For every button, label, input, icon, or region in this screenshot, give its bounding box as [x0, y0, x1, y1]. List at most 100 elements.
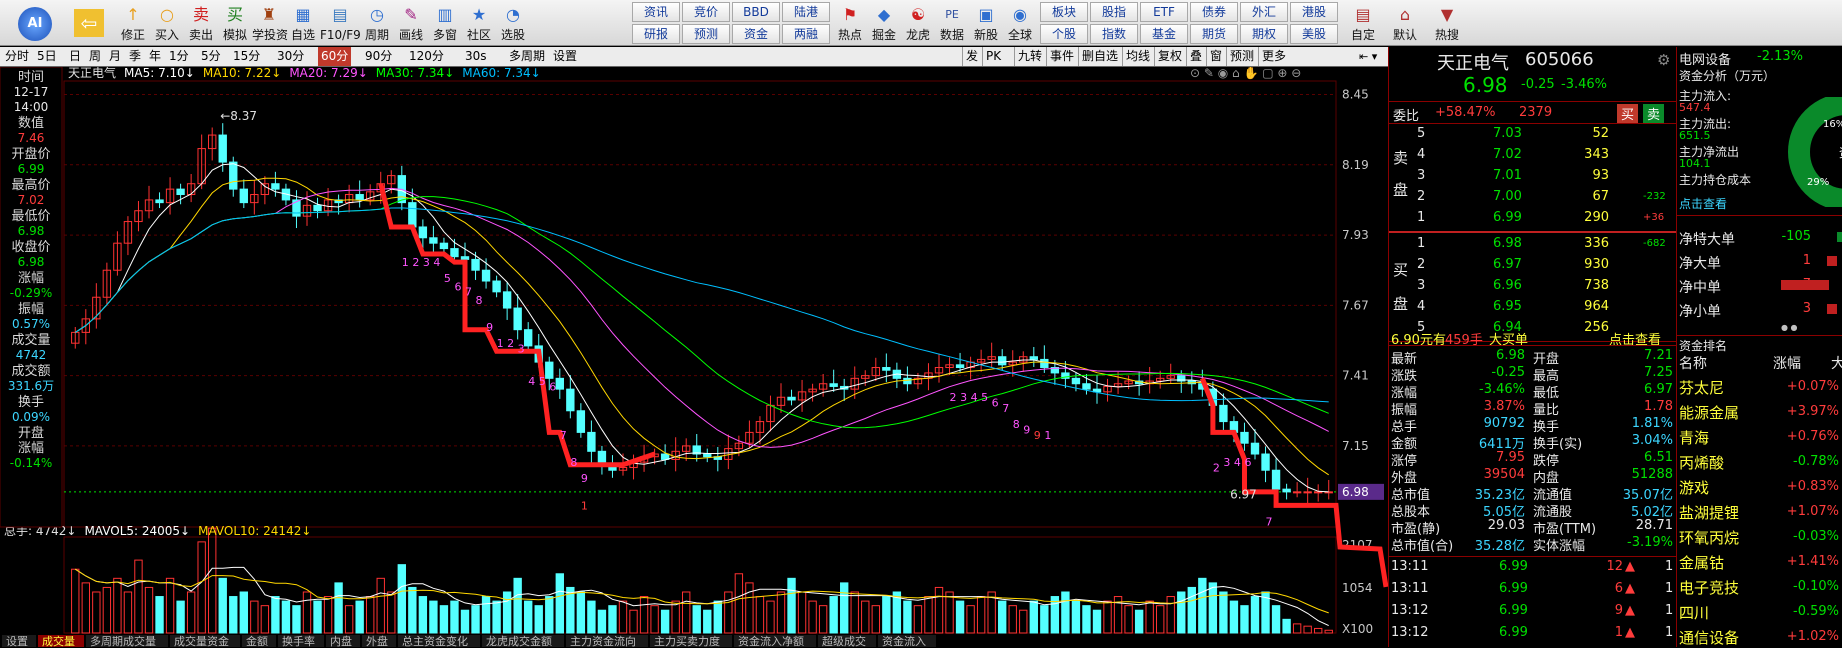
sector-name[interactable]: 电网设备: [1679, 49, 1731, 68]
bottom-tab[interactable]: 设置: [6, 635, 28, 647]
candle[interactable]: [123, 216, 133, 256]
period-tab-10[interactable]: 30分: [274, 47, 307, 66]
candle[interactable]: [144, 185, 154, 219]
toolbar-grid2-button[interactable]: ETF: [1140, 2, 1188, 22]
period-tab-3[interactable]: 周: [86, 47, 104, 66]
toolbar-grid2-button[interactable]: 期权: [1240, 24, 1288, 44]
toolbar-button2-3[interactable]: PE 数据: [935, 1, 969, 45]
app-logo[interactable]: AI: [4, 1, 66, 45]
candle[interactable]: [587, 420, 596, 464]
toolbar-button2-0[interactable]: ⚑ 热点: [833, 1, 867, 45]
candle[interactable]: [892, 362, 902, 389]
rank-name[interactable]: 金属钴: [1679, 552, 1724, 573]
toolbar-button-10[interactable]: ★ 社区: [462, 1, 496, 45]
rank-name[interactable]: 青海: [1679, 427, 1709, 448]
candle[interactable]: [92, 283, 101, 329]
candle[interactable]: [671, 437, 680, 472]
toolbar-grid2-button[interactable]: 美股: [1290, 24, 1338, 44]
candle[interactable]: [976, 349, 986, 372]
toolbar-grid2-button[interactable]: 指数: [1090, 24, 1138, 44]
toolbar-grid2-button[interactable]: 基金: [1140, 24, 1188, 44]
chart-tool-7[interactable]: 叠: [1186, 47, 1205, 66]
bottom-tab[interactable]: 内盘: [330, 634, 352, 647]
period-tab-11[interactable]: 60分: [318, 47, 352, 66]
candle[interactable]: [502, 282, 512, 320]
bottom-tab[interactable]: 总主资金变化: [402, 634, 468, 647]
toolbar-button3-1[interactable]: ⌂ 默认: [1386, 1, 1424, 45]
candle[interactable]: [987, 342, 996, 367]
rank-name[interactable]: 游戏: [1679, 477, 1709, 498]
chart-tool-6[interactable]: 复权: [1154, 47, 1185, 66]
buy-button[interactable]: 买: [1617, 104, 1639, 123]
candle[interactable]: [797, 379, 807, 412]
toolbar-grid2-button[interactable]: 个股: [1040, 24, 1088, 44]
bottom-tab[interactable]: 成交量: [42, 634, 75, 647]
back-button[interactable]: ⇦: [68, 1, 110, 45]
candle[interactable]: [260, 176, 270, 205]
bottom-tab[interactable]: 外盘: [366, 634, 388, 647]
candle[interactable]: [1282, 483, 1291, 500]
bottom-tab[interactable]: 换手率: [282, 634, 315, 647]
bottom-tab[interactable]: 资金流入: [882, 634, 926, 647]
candle[interactable]: [1250, 429, 1260, 460]
chart-tool-10[interactable]: 更多: [1258, 47, 1289, 66]
toolbar-grid-button[interactable]: BBD: [732, 2, 780, 22]
candle[interactable]: [871, 357, 880, 382]
period-tab-13[interactable]: 120分: [406, 47, 447, 66]
candle[interactable]: [134, 201, 143, 232]
candle[interactable]: [165, 177, 175, 215]
page-dots[interactable]: ● ●: [1781, 323, 1798, 332]
chart-tool-5[interactable]: 均线: [1122, 47, 1153, 66]
toolbar-grid2-button[interactable]: 期货: [1190, 24, 1238, 44]
chart-tool-8[interactable]: 窗: [1206, 47, 1225, 66]
candle[interactable]: [660, 444, 670, 465]
candle[interactable]: [1029, 346, 1038, 367]
bottom-tab[interactable]: 龙虎成交金额: [486, 634, 552, 647]
toolbar-button2-1[interactable]: ◆ 掘金: [867, 1, 901, 45]
chart-tool-9[interactable]: 预测: [1226, 47, 1257, 66]
candle[interactable]: [1019, 351, 1028, 372]
candle[interactable]: [882, 353, 891, 383]
candle[interactable]: [840, 378, 849, 402]
chart-draw-tools-icon[interactable]: ⊙ ✎ ◉ ⌂ ✋ ▢ ⊕ ⊖: [1190, 67, 1301, 80]
toolbar-button-0[interactable]: ↑ 修正: [116, 1, 150, 45]
candle[interactable]: [1303, 477, 1312, 504]
toolbar-grid2-button[interactable]: 股指: [1090, 2, 1138, 22]
candle[interactable]: [787, 389, 796, 406]
candle[interactable]: [692, 434, 701, 462]
toolbar-grid2-button[interactable]: 板块: [1040, 2, 1088, 22]
toolbar-grid-button[interactable]: 研报: [632, 24, 680, 44]
toolbar-grid-button[interactable]: 陆港: [782, 2, 830, 22]
toolbar-button3-2[interactable]: ▼ 热搜: [1428, 1, 1466, 45]
toolbar-button-8[interactable]: ✎ 画线: [394, 1, 428, 45]
toolbar-button-6[interactable]: ▤ F10/F9: [320, 1, 361, 45]
bottom-tab[interactable]: 主力资金流向: [570, 634, 636, 647]
candle[interactable]: [555, 368, 564, 399]
chart-tool-2[interactable]: 九转: [1014, 47, 1045, 66]
settings-gear-icon[interactable]: ⚙: [1657, 51, 1670, 69]
period-tab-9[interactable]: 15分: [230, 47, 263, 66]
toolbar-button3-0[interactable]: ▤ 自定: [1344, 1, 1382, 45]
candle[interactable]: [239, 179, 248, 209]
toolbar-button2-2[interactable]: ☯ 龙虎: [901, 1, 935, 45]
candle[interactable]: [102, 262, 112, 305]
toolbar-grid2-button[interactable]: 外汇: [1240, 2, 1288, 22]
candle[interactable]: [271, 171, 280, 197]
candle[interactable]: [250, 180, 259, 215]
toolbar-button-3[interactable]: 买模拟: [218, 1, 252, 45]
candle[interactable]: [1261, 446, 1270, 483]
period-tab-4[interactable]: 月: [106, 47, 124, 66]
candle[interactable]: [1134, 371, 1144, 396]
candle[interactable]: [1314, 484, 1323, 502]
period-tab-15[interactable]: 多周期: [506, 47, 548, 66]
candle[interactable]: [344, 184, 354, 213]
candle[interactable]: [492, 275, 501, 298]
toolbar-grid2-button[interactable]: 债券: [1190, 2, 1238, 22]
candle[interactable]: [934, 353, 944, 383]
kline-chart[interactable]: 8.458.197.937.677.417.156.9821071054X100…: [0, 67, 1388, 647]
bottom-tab[interactable]: 多周期成交量: [90, 634, 156, 647]
toolbar-grid-button[interactable]: 两融: [782, 24, 830, 44]
toolbar-grid-button[interactable]: 资金: [732, 24, 780, 44]
period-tab-14[interactable]: 30s: [462, 47, 490, 66]
period-tab-16[interactable]: 设置: [550, 47, 580, 66]
